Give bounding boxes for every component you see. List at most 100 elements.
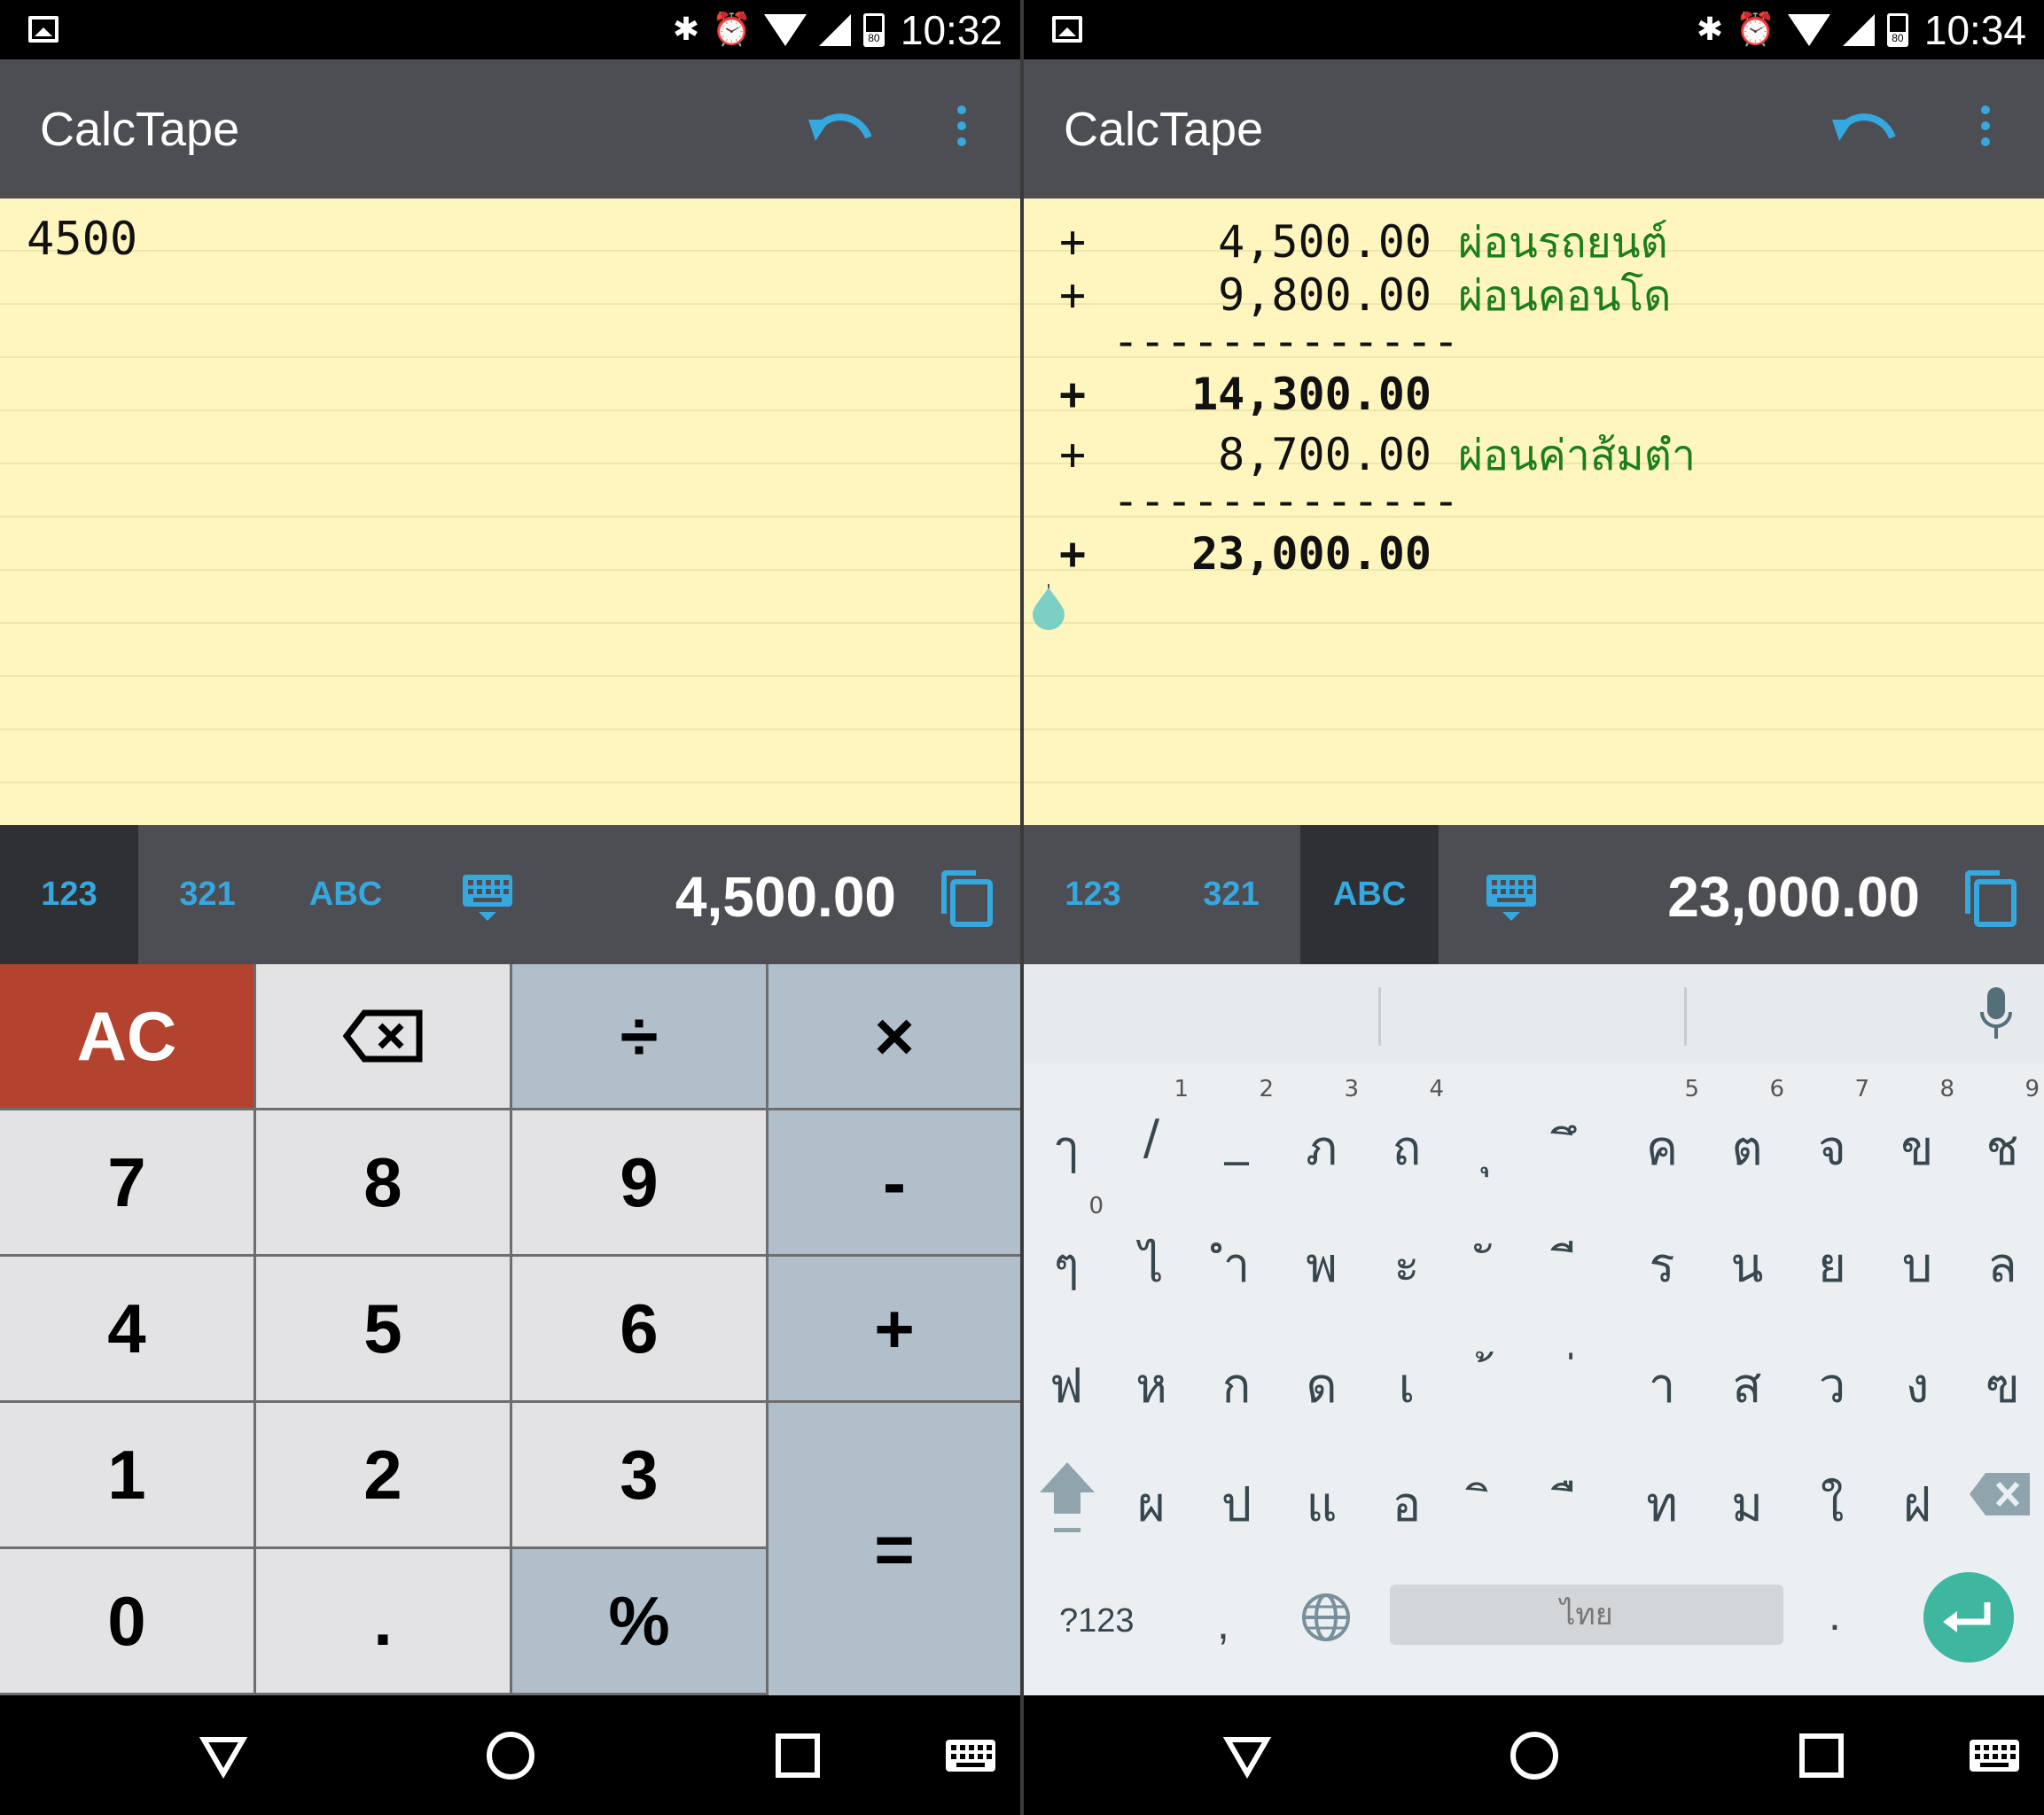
thai-key[interactable]: ก bbox=[1194, 1308, 1279, 1429]
tape-line[interactable]: +4,500.00 ผ่อนรถยนต์ bbox=[1059, 209, 1668, 268]
mode-tab-abc[interactable]: ABC bbox=[277, 825, 415, 964]
thai-key[interactable]: ต6 bbox=[1705, 1071, 1790, 1191]
thai-key[interactable]: ห bbox=[1109, 1308, 1194, 1429]
key-1[interactable]: 1 bbox=[0, 1403, 254, 1546]
globe-icon[interactable] bbox=[1300, 1592, 1352, 1643]
divide-key[interactable]: ÷ bbox=[512, 964, 766, 1108]
more-icon[interactable] bbox=[1972, 105, 1999, 155]
backspace-icon[interactable] bbox=[1968, 1469, 2032, 1519]
thai-key[interactable]: ท bbox=[1619, 1427, 1705, 1547]
space-bar[interactable]: ไทย bbox=[1390, 1585, 1783, 1645]
thai-key[interactable]: เ bbox=[1364, 1308, 1449, 1429]
cursor-handle-icon[interactable] bbox=[1024, 584, 1073, 634]
thai-key[interactable]: อ bbox=[1364, 1427, 1449, 1547]
back-icon[interactable] bbox=[197, 1729, 250, 1782]
decimal-key[interactable]: . bbox=[256, 1549, 510, 1693]
keyboard-toggle-icon[interactable] bbox=[461, 873, 514, 923]
thai-key[interactable]: ป bbox=[1194, 1427, 1279, 1547]
period-key[interactable]: . bbox=[1829, 1589, 1841, 1640]
copy-icon[interactable] bbox=[940, 869, 994, 928]
key-9[interactable]: 9 bbox=[512, 1110, 766, 1254]
mode-tab-abc[interactable]: ABC bbox=[1300, 825, 1439, 964]
thai-key[interactable]: ภ3 bbox=[1279, 1071, 1364, 1191]
thai-key[interactable]: ่ bbox=[1534, 1308, 1619, 1429]
key-4[interactable]: 4 bbox=[0, 1257, 254, 1400]
thai-key[interactable]: ช9 bbox=[1960, 1071, 2044, 1191]
tape-line[interactable]: +9,800.00 ผ่อนคอนโด bbox=[1059, 262, 1671, 321]
home-icon[interactable] bbox=[1508, 1729, 1561, 1782]
key-0[interactable]: 0 bbox=[0, 1549, 254, 1693]
thai-key[interactable]: ึ bbox=[1534, 1071, 1619, 1191]
symbols-key[interactable]: ?123 bbox=[1059, 1602, 1135, 1640]
thai-key[interactable]: ำ bbox=[1194, 1188, 1279, 1308]
thai-key[interactable]: ง bbox=[1875, 1308, 1960, 1429]
thai-key[interactable]: ะ bbox=[1364, 1188, 1449, 1308]
undo-icon[interactable] bbox=[1830, 104, 1901, 153]
copy-icon[interactable] bbox=[1964, 869, 2017, 928]
key-6[interactable]: 6 bbox=[512, 1257, 766, 1400]
shift-icon[interactable] bbox=[1036, 1459, 1098, 1538]
enter-key[interactable] bbox=[1923, 1572, 2014, 1663]
mode-tab-123[interactable]: 123 bbox=[1024, 825, 1162, 964]
tape-line[interactable]: +14,300.00 bbox=[1059, 369, 1432, 422]
thai-key[interactable]: จ7 bbox=[1790, 1071, 1875, 1191]
mode-tab-321[interactable]: 321 bbox=[138, 825, 277, 964]
thai-key[interactable]: ฝ bbox=[1875, 1427, 1960, 1547]
thai-key[interactable]: ส bbox=[1705, 1308, 1790, 1429]
multiply-key[interactable]: × bbox=[768, 964, 1020, 1108]
thai-key[interactable]: ผ bbox=[1109, 1427, 1194, 1547]
home-icon[interactable] bbox=[484, 1729, 537, 1782]
thai-key[interactable]: ิ bbox=[1449, 1427, 1534, 1547]
recents-icon[interactable] bbox=[1795, 1729, 1848, 1782]
thai-key[interactable]: ถ4 bbox=[1364, 1071, 1449, 1191]
undo-icon[interactable] bbox=[807, 104, 878, 153]
thai-key[interactable]: ด bbox=[1279, 1308, 1364, 1429]
plus-key[interactable]: + bbox=[768, 1257, 1020, 1400]
tape-line[interactable]: +23,000.00 bbox=[1059, 528, 1432, 581]
thai-key[interactable]: ค5 bbox=[1619, 1071, 1705, 1191]
thai-key[interactable]: น bbox=[1705, 1188, 1790, 1308]
suggestion-strip[interactable] bbox=[1024, 964, 2044, 1063]
tape-line[interactable]: ------------- bbox=[1059, 475, 1459, 528]
thai-key[interactable]: ใ bbox=[1790, 1427, 1875, 1547]
key-7[interactable]: 7 bbox=[0, 1110, 254, 1254]
thai-key[interactable]: _ 2 bbox=[1194, 1071, 1279, 1191]
tape-line[interactable]: ------------- bbox=[1059, 315, 1459, 369]
thai-key[interactable]: ย bbox=[1790, 1188, 1875, 1308]
mode-tab-123[interactable]: 123 bbox=[0, 825, 138, 964]
thai-key[interactable]: ๅ bbox=[1024, 1071, 1109, 1191]
thai-key[interactable]: ว bbox=[1790, 1308, 1875, 1429]
minus-key[interactable]: - bbox=[768, 1110, 1020, 1254]
tape-area[interactable]: +4,500.00 ผ่อนรถยนต์ +9,800.00 ผ่อนคอนโด ---… bbox=[1024, 199, 2044, 825]
thai-key[interactable]: ั bbox=[1449, 1188, 1534, 1308]
all-clear-key[interactable]: AC bbox=[0, 964, 254, 1108]
thai-key[interactable]: ม bbox=[1705, 1427, 1790, 1547]
keyboard-icon[interactable] bbox=[1968, 1729, 2021, 1782]
key-5[interactable]: 5 bbox=[256, 1257, 510, 1400]
more-icon[interactable] bbox=[948, 105, 975, 155]
thai-key[interactable]: ล bbox=[1960, 1188, 2044, 1308]
thai-key[interactable]: แ bbox=[1279, 1427, 1364, 1547]
key-3[interactable]: 3 bbox=[512, 1403, 766, 1546]
thai-key[interactable]: /1 bbox=[1109, 1071, 1194, 1191]
back-icon[interactable] bbox=[1221, 1729, 1274, 1782]
thai-key[interactable]: า bbox=[1619, 1308, 1705, 1429]
tape-input-text[interactable]: 4500 bbox=[27, 213, 137, 266]
comma-key[interactable]: , bbox=[1217, 1598, 1229, 1649]
thai-key[interactable]: ไ bbox=[1109, 1188, 1194, 1308]
equals-key[interactable]: = bbox=[768, 1403, 1020, 1695]
thai-key[interactable]: ข8 bbox=[1875, 1071, 1960, 1191]
thai-key[interactable]: ฟ bbox=[1024, 1308, 1109, 1429]
thai-key[interactable]: ร bbox=[1619, 1188, 1705, 1308]
thai-key[interactable]: พ bbox=[1279, 1188, 1364, 1308]
mode-tab-321[interactable]: 321 bbox=[1162, 825, 1300, 964]
key-8[interactable]: 8 bbox=[256, 1110, 510, 1254]
tape-line[interactable]: +8,700.00 ผ่อนค่าส้มตำ bbox=[1059, 422, 1696, 480]
percent-key[interactable]: % bbox=[512, 1549, 766, 1693]
keyboard-icon[interactable] bbox=[944, 1729, 997, 1782]
thai-key[interactable]: บ bbox=[1875, 1188, 1960, 1308]
thai-key[interactable]: ี bbox=[1534, 1188, 1619, 1308]
recents-icon[interactable] bbox=[771, 1729, 824, 1782]
thai-key[interactable]: ้ bbox=[1449, 1308, 1534, 1429]
backspace-key[interactable] bbox=[256, 964, 510, 1108]
